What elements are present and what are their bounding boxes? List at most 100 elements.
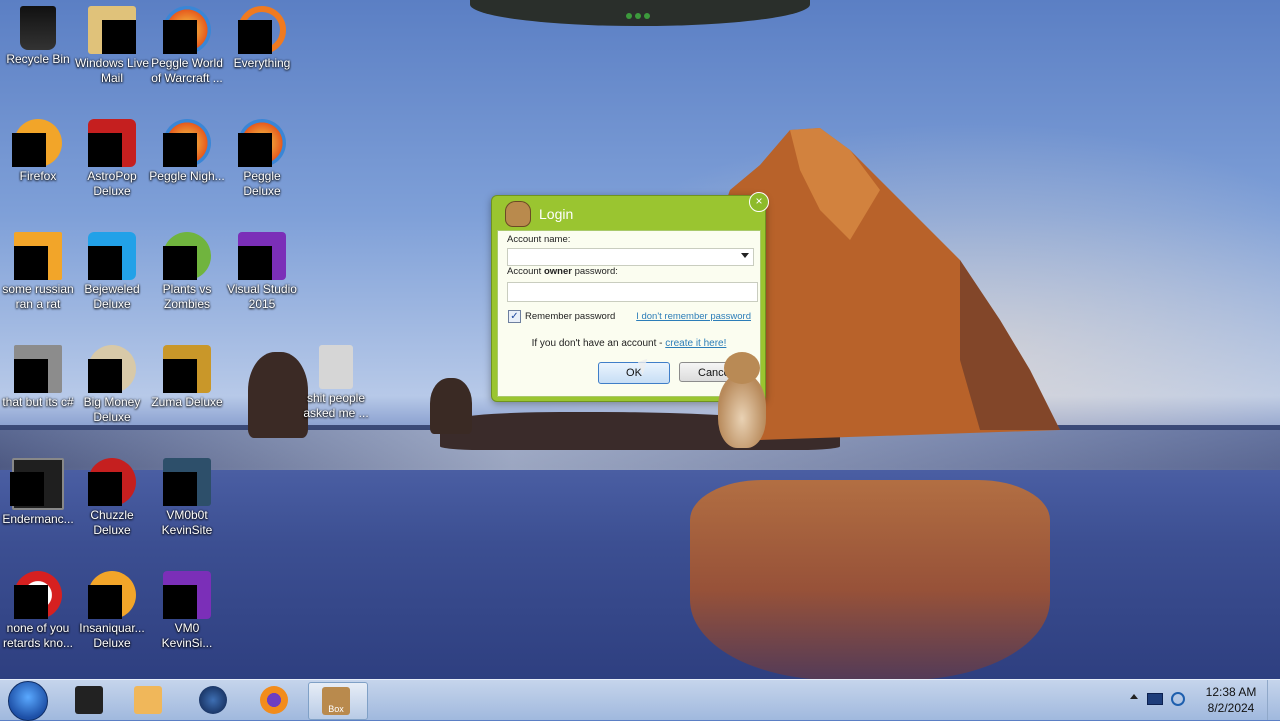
clock-date: 8/2/2024 — [1207, 701, 1255, 715]
system-tray: 12:38 AM 8/2/2024 — [1120, 680, 1280, 720]
visual-studio-icon — [238, 232, 286, 280]
hamster-mascot — [712, 352, 770, 450]
desktop-icon-label: AstroPop Deluxe — [87, 169, 137, 198]
censor-box — [12, 133, 46, 167]
desktop-icon-label: Zuma Deluxe — [151, 395, 223, 409]
fish-icon — [88, 571, 136, 619]
desktop-icon-label: some russian ran a rat — [2, 282, 74, 311]
taskbar-item-media[interactable] — [62, 682, 116, 718]
ok-button[interactable]: OK — [598, 362, 670, 384]
desktop-icon-label: Peggle Deluxe — [243, 169, 281, 198]
desktop-icon-label: Windows Live Mail — [74, 56, 150, 85]
shortcut-icon — [163, 458, 211, 506]
desktop-icon-label: VM0 KevinSi... — [161, 621, 213, 650]
censor-box — [163, 133, 197, 167]
account-name-value — [508, 254, 511, 265]
file-icon — [14, 345, 62, 393]
censor-box — [238, 133, 272, 167]
desktop-icon-vm0b0t-kevinsite[interactable]: VM0b0t KevinSite — [149, 458, 225, 538]
show-desktop-button[interactable] — [1267, 680, 1280, 720]
remember-password-label[interactable]: Remember password — [525, 311, 615, 322]
desktop-icon-label: shit people asked me ... — [303, 391, 369, 420]
desktop-icon-label: Bejeweled Deluxe — [84, 282, 140, 311]
account-name-label: Account name: — [507, 234, 571, 245]
start-button[interactable] — [8, 681, 48, 721]
censor-box — [163, 246, 197, 280]
desktop-icon-visual-studio[interactable]: Visual Studio 2015 — [224, 232, 300, 312]
desktop-icon-recycle-bin[interactable]: Recycle Bin — [0, 6, 76, 67]
censor-box — [163, 20, 197, 54]
desktop-icon-astropop[interactable]: AstroPop Deluxe — [74, 119, 150, 199]
search-icon — [238, 6, 286, 54]
desktop-icon-label: Big Money Deluxe — [83, 395, 141, 424]
desktop-icon-chuzzle[interactable]: Chuzzle Deluxe — [74, 458, 150, 538]
desktop-icon-none-of-you[interactable]: none of you retards kno... — [0, 571, 76, 651]
taskbar-item-globe[interactable] — [186, 682, 240, 718]
plant-icon — [163, 232, 211, 280]
desktop-icon-peggle-wow[interactable]: Peggle World of Warcraft ... — [149, 6, 225, 86]
desktop-icon-peggle-nights[interactable]: Peggle Nigh... — [149, 119, 225, 184]
desktop-icon-zuma[interactable]: Zuma Deluxe — [149, 345, 225, 410]
zuma-icon — [163, 345, 211, 393]
password-label-prefix: Account — [507, 266, 544, 277]
desktop-icon-plants-vs-zombies[interactable]: Plants vs Zombies — [149, 232, 225, 312]
password-label: Account owner password: — [507, 266, 618, 277]
desktop-icon-label: Visual Studio 2015 — [227, 282, 297, 311]
desktop-icon-russian-rat[interactable]: some russian ran a rat — [0, 232, 76, 312]
censor-box — [238, 246, 272, 280]
taskbar-item-media-player[interactable] — [121, 682, 175, 718]
taskbar-item-box-app[interactable]: Box — [308, 682, 368, 720]
censor-box — [14, 359, 48, 393]
firefox-icon — [12, 119, 62, 167]
globe-icon — [199, 686, 227, 714]
account-name-dropdown[interactable] — [507, 248, 754, 266]
recycle-bin-icon — [20, 6, 56, 50]
mail-icon — [88, 6, 136, 54]
desktop-icon-vm0-kevinsite[interactable]: VM0 KevinSi... — [149, 571, 225, 651]
money-bag-icon — [88, 345, 136, 393]
hamster-app-icon — [505, 201, 531, 227]
desktop-icon-insaniquarium[interactable]: Insaniquar... Deluxe — [74, 571, 150, 651]
desktop-icon-big-money[interactable]: Big Money Deluxe — [74, 345, 150, 425]
desktop-icon-label: Everything — [233, 56, 291, 70]
notch-indicator-icon — [626, 6, 656, 19]
monitor-icon[interactable] — [1147, 693, 1163, 705]
media-icon — [75, 686, 103, 714]
censor-box — [88, 359, 122, 393]
censor-box — [88, 585, 122, 619]
desktop-icon-bejeweled[interactable]: Bejeweled Deluxe — [74, 232, 150, 312]
password-field[interactable] — [507, 282, 758, 302]
desktop-icon-label: that but its c# — [2, 395, 74, 409]
clock[interactable]: 12:38 AM 8/2/2024 — [1196, 684, 1266, 716]
censor-box — [88, 133, 122, 167]
desktop-icon-firefox[interactable]: Firefox — [0, 119, 76, 184]
desktop-icon-windows-live-mail[interactable]: Windows Live Mail — [74, 6, 150, 86]
show-hidden-icons-icon[interactable] — [1130, 694, 1138, 699]
censor-box — [102, 20, 136, 54]
desktop-icon-people-asked-folder[interactable]: shit people asked me ... — [298, 345, 374, 421]
hamster-body — [718, 374, 766, 448]
close-button[interactable]: × — [749, 192, 769, 212]
signup-prompt: If you don't have an account - create it… — [498, 338, 760, 349]
desktop-icon-label: Peggle World of Warcraft ... — [151, 56, 223, 85]
peggle-icon — [163, 6, 211, 54]
firefox-icon — [260, 686, 288, 714]
desktop-icon-everything[interactable]: Everything — [224, 6, 300, 71]
desktop-icon-peggle-deluxe[interactable]: Peggle Deluxe — [224, 119, 300, 199]
peggle-icon — [163, 119, 211, 167]
signup-prefix: If you don't have an account - — [531, 338, 666, 349]
desktop-icon-endermanch[interactable]: Endermanc... — [0, 458, 76, 527]
taskbar-item-firefox[interactable] — [247, 682, 301, 718]
desktop-icon-label: Peggle Nigh... — [149, 169, 225, 183]
censor-box — [14, 246, 48, 280]
remember-password-checkbox[interactable]: ✓ — [508, 310, 521, 323]
network-icon[interactable] — [1171, 692, 1185, 706]
desktop-icon-that-but-csharp[interactable]: that but its c# — [0, 345, 76, 410]
game-icon — [88, 119, 136, 167]
file-icon — [14, 571, 62, 619]
chevron-down-icon[interactable] — [741, 253, 749, 258]
forgot-password-link[interactable]: I don't remember password — [636, 311, 751, 322]
login-titlebar[interactable]: Login — [492, 196, 765, 230]
create-account-link[interactable]: create it here! — [665, 338, 726, 349]
chuzzle-icon — [88, 458, 136, 506]
